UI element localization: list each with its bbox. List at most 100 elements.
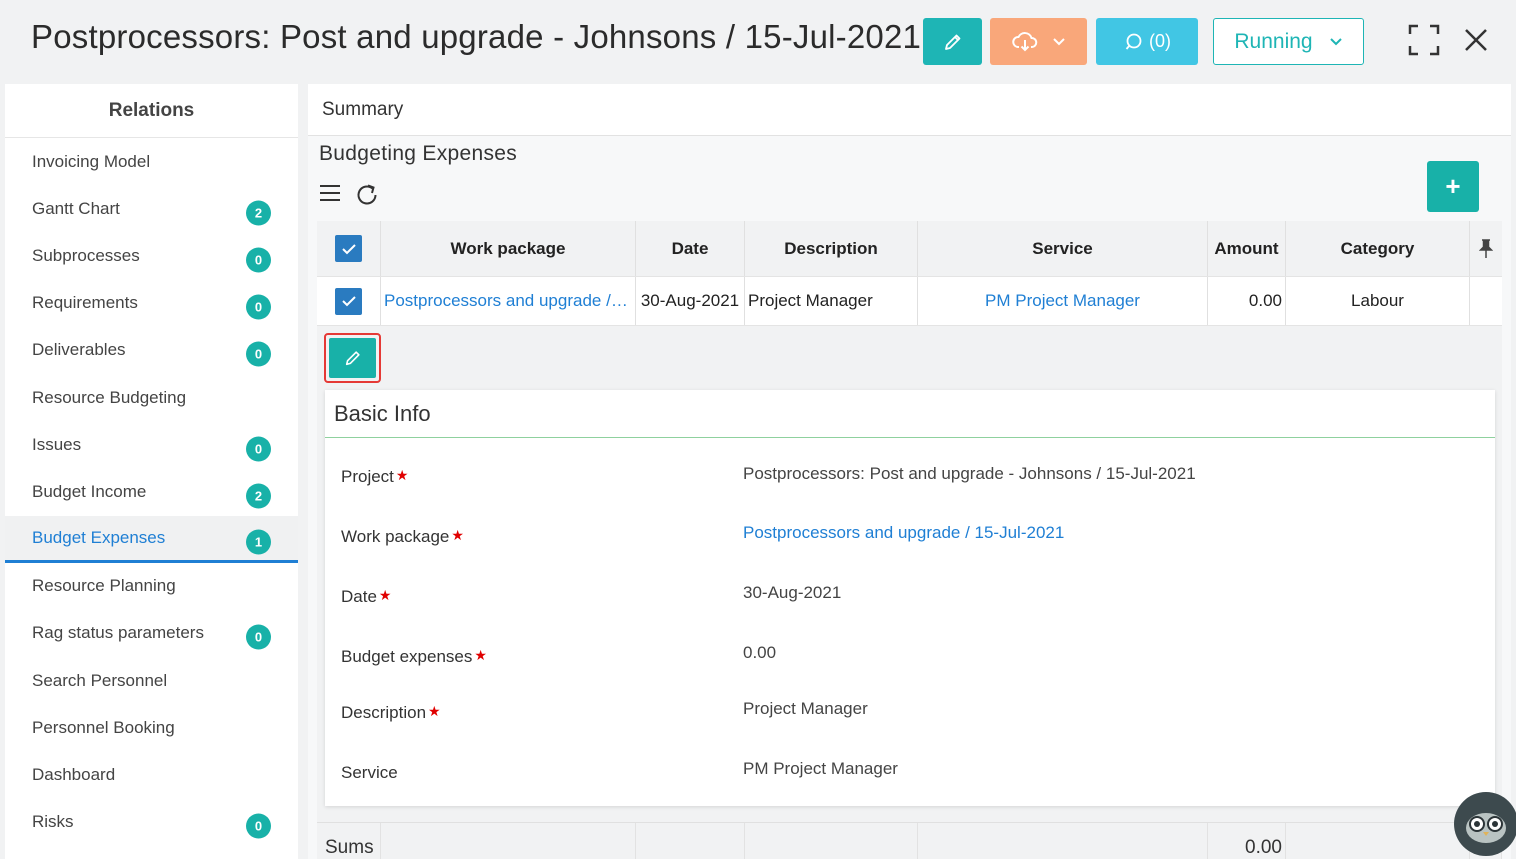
row-edit-button-inner bbox=[329, 338, 376, 378]
pencil-icon bbox=[345, 351, 360, 366]
sidebar-item[interactable]: Issues 0 bbox=[5, 421, 298, 468]
sidebar-item[interactable]: Rag status parameters 0 bbox=[5, 610, 298, 657]
row-checkbox[interactable] bbox=[335, 287, 362, 315]
field-label-description: Description ★ bbox=[341, 703, 441, 723]
refresh-button[interactable] bbox=[354, 182, 380, 213]
page-title: Postprocessors: Post and upgrade - Johns… bbox=[31, 18, 922, 55]
sidebar-item-label: Rag status parameters bbox=[32, 623, 204, 643]
assistant-owl-button[interactable] bbox=[1454, 792, 1516, 856]
sums-amount: 0.00 bbox=[1208, 823, 1286, 859]
count-badge: 0 bbox=[246, 294, 271, 320]
field-label-text: Description bbox=[341, 703, 427, 722]
tab-summary[interactable]: Summary bbox=[308, 84, 1511, 136]
count-badge: 2 bbox=[246, 200, 271, 226]
row-select-cell bbox=[317, 277, 381, 325]
check-icon bbox=[341, 296, 356, 307]
sums-row: Sums 0.00 bbox=[317, 822, 1502, 859]
sidebar-item[interactable]: Personnel Booking bbox=[5, 704, 298, 751]
column-header-date[interactable]: Date bbox=[636, 221, 745, 276]
chevron-down-icon bbox=[1052, 37, 1065, 45]
sidebar-item[interactable]: Resource Planning bbox=[5, 563, 298, 610]
status-dropdown[interactable]: Running bbox=[1213, 18, 1364, 65]
cell-work-package: Postprocessors and upgrade / 15-Jul-2021 bbox=[381, 277, 636, 325]
column-header-description[interactable]: Description bbox=[745, 221, 918, 276]
column-header-work-package[interactable]: Work package bbox=[381, 221, 636, 276]
sidebar-list: Invoicing Model Gantt Chart 2 Subprocesses 0… bbox=[5, 138, 298, 846]
sidebar-item[interactable]: Risks 0 bbox=[5, 799, 298, 846]
close-icon bbox=[1465, 29, 1487, 51]
work-package-link[interactable]: Postprocessors and upgrade / 15-Jul-2021 bbox=[384, 291, 632, 311]
check-icon bbox=[341, 243, 356, 254]
field-label-text: Budget expenses bbox=[341, 647, 473, 666]
field-value-project: Postprocessors: Post and upgrade - Johns… bbox=[743, 464, 1196, 483]
pin-column-button[interactable] bbox=[1470, 221, 1502, 276]
sidebar-item[interactable]: Requirements 0 bbox=[5, 280, 298, 327]
add-button[interactable]: + bbox=[1427, 161, 1479, 212]
sidebar-item[interactable]: Resource Budgeting bbox=[5, 374, 298, 421]
cell-service: PM Project Manager bbox=[918, 277, 1208, 325]
basic-info-card: Basic Info Project ★ Postprocessors: Post… bbox=[325, 390, 1495, 806]
sidebar-item-label: Budget Income bbox=[32, 481, 147, 501]
service-link[interactable]: PM Project Manager bbox=[985, 291, 1140, 311]
field-value-service: PM Project Manager bbox=[743, 759, 898, 778]
field-label-text: Work package bbox=[341, 527, 450, 546]
field-label-service: Service bbox=[341, 763, 400, 783]
sidebar-item-label: Resource Planning bbox=[32, 576, 176, 596]
comments-button[interactable]: (0) bbox=[1096, 18, 1198, 65]
edit-button[interactable] bbox=[923, 18, 982, 65]
field-value-budget-expenses: 0.00 bbox=[743, 643, 777, 662]
sidebar-item-label: Personnel Booking bbox=[32, 717, 175, 737]
sidebar-item-label: Invoicing Model bbox=[32, 151, 151, 171]
header: Postprocessors: Post and upgrade - Johns… bbox=[0, 0, 1516, 84]
select-all-checkbox[interactable] bbox=[335, 235, 362, 262]
column-header-amount[interactable]: Amount bbox=[1208, 221, 1286, 276]
menu-button[interactable] bbox=[319, 184, 341, 207]
sidebar-item-label: Resource Budgeting bbox=[32, 387, 187, 407]
sums-cell bbox=[918, 823, 1208, 859]
sums-cell bbox=[1286, 823, 1470, 859]
sidebar-item[interactable]: Budget Expenses 1 bbox=[5, 515, 298, 563]
column-header-service[interactable]: Service bbox=[918, 221, 1208, 276]
sidebar-item[interactable]: Budget Income 2 bbox=[5, 468, 298, 515]
sidebar-item[interactable]: Search Personnel bbox=[5, 657, 298, 704]
sidebar-item-label: Issues bbox=[32, 434, 82, 454]
field-label-text: Project bbox=[341, 467, 394, 486]
sidebar-item-label: Deliverables bbox=[32, 340, 126, 360]
sidebar-item-label: Requirements bbox=[32, 293, 138, 313]
field-label-date: Date ★ bbox=[341, 587, 391, 607]
pin-icon bbox=[1479, 238, 1493, 258]
sidebar-item[interactable]: Subprocesses 0 bbox=[5, 232, 298, 279]
sidebar-item[interactable]: Dashboard bbox=[5, 751, 298, 798]
download-button[interactable] bbox=[990, 18, 1087, 65]
field-value-date: 30-Aug-2021 bbox=[743, 583, 842, 602]
table-row[interactable]: Postprocessors and upgrade / 15-Jul-2021… bbox=[317, 277, 1502, 326]
sidebar-item[interactable]: Invoicing Model bbox=[5, 138, 298, 185]
column-header-category[interactable]: Category bbox=[1286, 221, 1470, 276]
count-badge: 0 bbox=[246, 813, 271, 839]
expenses-table: Work package Date Description Service Am… bbox=[317, 221, 1502, 326]
field-label-budget-expenses: Budget expenses ★ bbox=[341, 647, 487, 667]
sums-cell bbox=[636, 823, 745, 859]
required-star-icon: ★ bbox=[378, 587, 392, 603]
sidebar-item-label: Subprocesses bbox=[32, 245, 140, 265]
sums-cell bbox=[745, 823, 918, 859]
sidebar-item-label: Gantt Chart bbox=[32, 198, 120, 218]
sidebar-item-label: Search Personnel bbox=[32, 670, 168, 690]
sidebar-item[interactable]: Deliverables 0 bbox=[5, 327, 298, 374]
fullscreen-button[interactable] bbox=[1404, 20, 1444, 60]
close-button[interactable] bbox=[1456, 20, 1496, 60]
field-value-work-package-link[interactable]: Postprocessors and upgrade / 15-Jul-2021 bbox=[743, 523, 1064, 543]
status-label: Running bbox=[1234, 29, 1313, 53]
count-badge: 0 bbox=[246, 624, 271, 650]
comments-count: (0) bbox=[1149, 31, 1171, 51]
row-detail-panel: Basic Info Project ★ Postprocessors: Post… bbox=[317, 326, 1502, 822]
sums-label: Sums bbox=[317, 823, 381, 859]
sidebar-item[interactable]: Gantt Chart 2 bbox=[5, 185, 298, 232]
section-title: Budgeting Expenses bbox=[319, 142, 518, 165]
row-edit-button[interactable] bbox=[324, 333, 381, 383]
required-star-icon: ★ bbox=[451, 527, 464, 543]
field-label-text: Date bbox=[341, 587, 377, 606]
count-badge: 2 bbox=[246, 483, 271, 509]
chevron-down-icon bbox=[1329, 37, 1342, 45]
sidebar-item-label: Dashboard bbox=[32, 765, 116, 785]
